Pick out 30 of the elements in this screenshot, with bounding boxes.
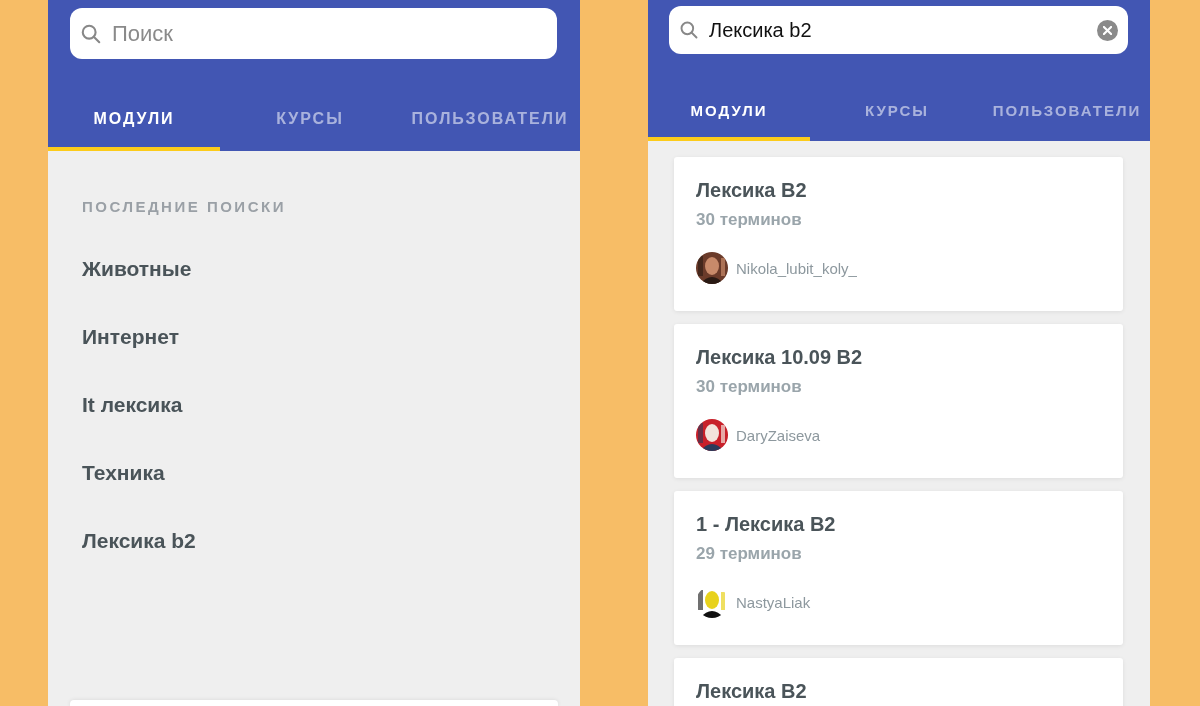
module-title: 1 - Лексика B2 xyxy=(696,513,837,536)
search-field[interactable]: Лексика b2 xyxy=(707,17,1089,43)
close-icon xyxy=(1103,25,1112,35)
module-card[interactable]: 1 - Лексика B2 29 терминов NastyaLiak xyxy=(674,491,1123,645)
recent-search-item[interactable]: Животные xyxy=(48,235,580,303)
search-icon xyxy=(80,22,102,45)
search-field[interactable]: Поиск xyxy=(110,19,547,48)
section-title: ПОСЛЕДНИЕ ПОИСКИ xyxy=(81,197,287,215)
author-name: NastyaLiak xyxy=(736,593,811,611)
clear-button[interactable] xyxy=(1097,19,1118,41)
tab[interactable]: МОДУЛИ xyxy=(48,91,220,151)
recent-search-item[interactable]: Техника xyxy=(48,439,580,507)
term-count: 30 терминов xyxy=(696,377,803,397)
module-card[interactable]: Лексика 10.09 B2 30 терминов DaryZaiseva xyxy=(674,324,1123,478)
recent-search-item[interactable]: Интернет xyxy=(48,303,580,371)
recent-search-item[interactable]: Лексика b2 xyxy=(48,507,580,575)
module-card[interactable]: Лексика B2 30 терминов Nikola_lubit_koly_ xyxy=(674,157,1123,311)
tab[interactable]: МОДУЛИ xyxy=(648,83,810,141)
search-bar[interactable]: Лексика b2 xyxy=(669,6,1128,54)
search-icon xyxy=(679,20,699,40)
author-name: DaryZaiseva xyxy=(736,426,821,444)
recent-search-item[interactable]: It лексика xyxy=(48,371,580,439)
search-bar[interactable]: Поиск xyxy=(70,8,557,59)
module-title: Лексика 10.09 B2 xyxy=(696,346,864,369)
module-card[interactable]: Лексика B2 xyxy=(674,658,1123,706)
term-count: 30 терминов xyxy=(696,210,803,230)
module-title: Лексика B2 xyxy=(696,680,808,703)
author-name: Nikola_lubit_koly_ xyxy=(736,259,857,277)
module-title: Лексика B2 xyxy=(696,179,808,202)
term-count: 29 терминов xyxy=(696,544,803,564)
